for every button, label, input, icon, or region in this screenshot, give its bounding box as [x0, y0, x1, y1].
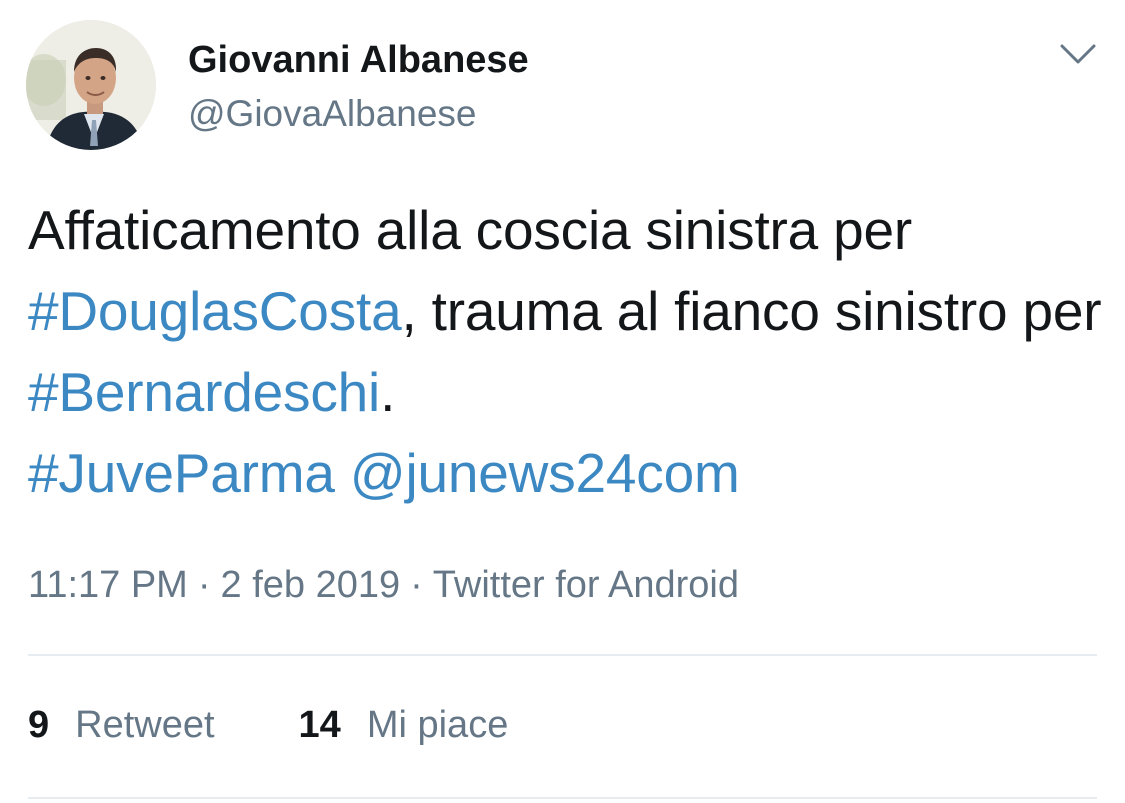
display-name[interactable]: Giovanni Albanese — [188, 38, 529, 82]
tweet-time[interactable]: 11:17 PM — [28, 564, 188, 606]
divider — [28, 797, 1097, 799]
tweet-text-segment: , trauma al fianco sinistro per — [401, 280, 1102, 342]
mention-link-junews24com[interactable]: @junews24com — [350, 442, 740, 504]
likes-stat[interactable]: 14 Mi piace — [299, 700, 509, 750]
tweet-meta: 11:17 PM · 2 feb 2019 · Twitter for Android — [28, 560, 739, 610]
tweet-text-segment: . — [380, 361, 396, 423]
retweets-label: Retweet — [75, 704, 215, 746]
avatar-photo — [26, 20, 156, 150]
tweet-source[interactable]: Twitter for Android — [433, 564, 739, 606]
likes-label: Mi piace — [366, 704, 509, 746]
tweet-stats: 9 Retweet 14 Mi piace — [28, 700, 508, 750]
tweet-text-segment: Affaticamento alla coscia sinistra per — [28, 199, 913, 261]
user-handle[interactable]: @GiovaAlbanese — [188, 92, 477, 136]
retweets-count: 9 — [28, 704, 50, 746]
meta-separator: · — [410, 564, 423, 606]
hashtag-link-juveparma[interactable]: #JuveParma — [28, 442, 335, 504]
retweets-stat[interactable]: 9 Retweet — [28, 700, 215, 750]
hashtag-link-douglascosta[interactable]: #DouglasCosta — [28, 280, 402, 342]
tweet-date[interactable]: 2 feb 2019 — [221, 564, 401, 606]
tweet-text: Affaticamento alla coscia sinistra per #… — [28, 190, 1108, 514]
likes-count: 14 — [298, 704, 341, 746]
hashtag-link-bernardeschi[interactable]: #Bernardeschi — [28, 361, 380, 423]
tweet-text-segment — [335, 442, 350, 504]
divider — [28, 654, 1097, 656]
chevron-down-icon[interactable] — [1056, 36, 1100, 72]
avatar[interactable] — [26, 20, 156, 150]
meta-separator: · — [197, 564, 211, 606]
